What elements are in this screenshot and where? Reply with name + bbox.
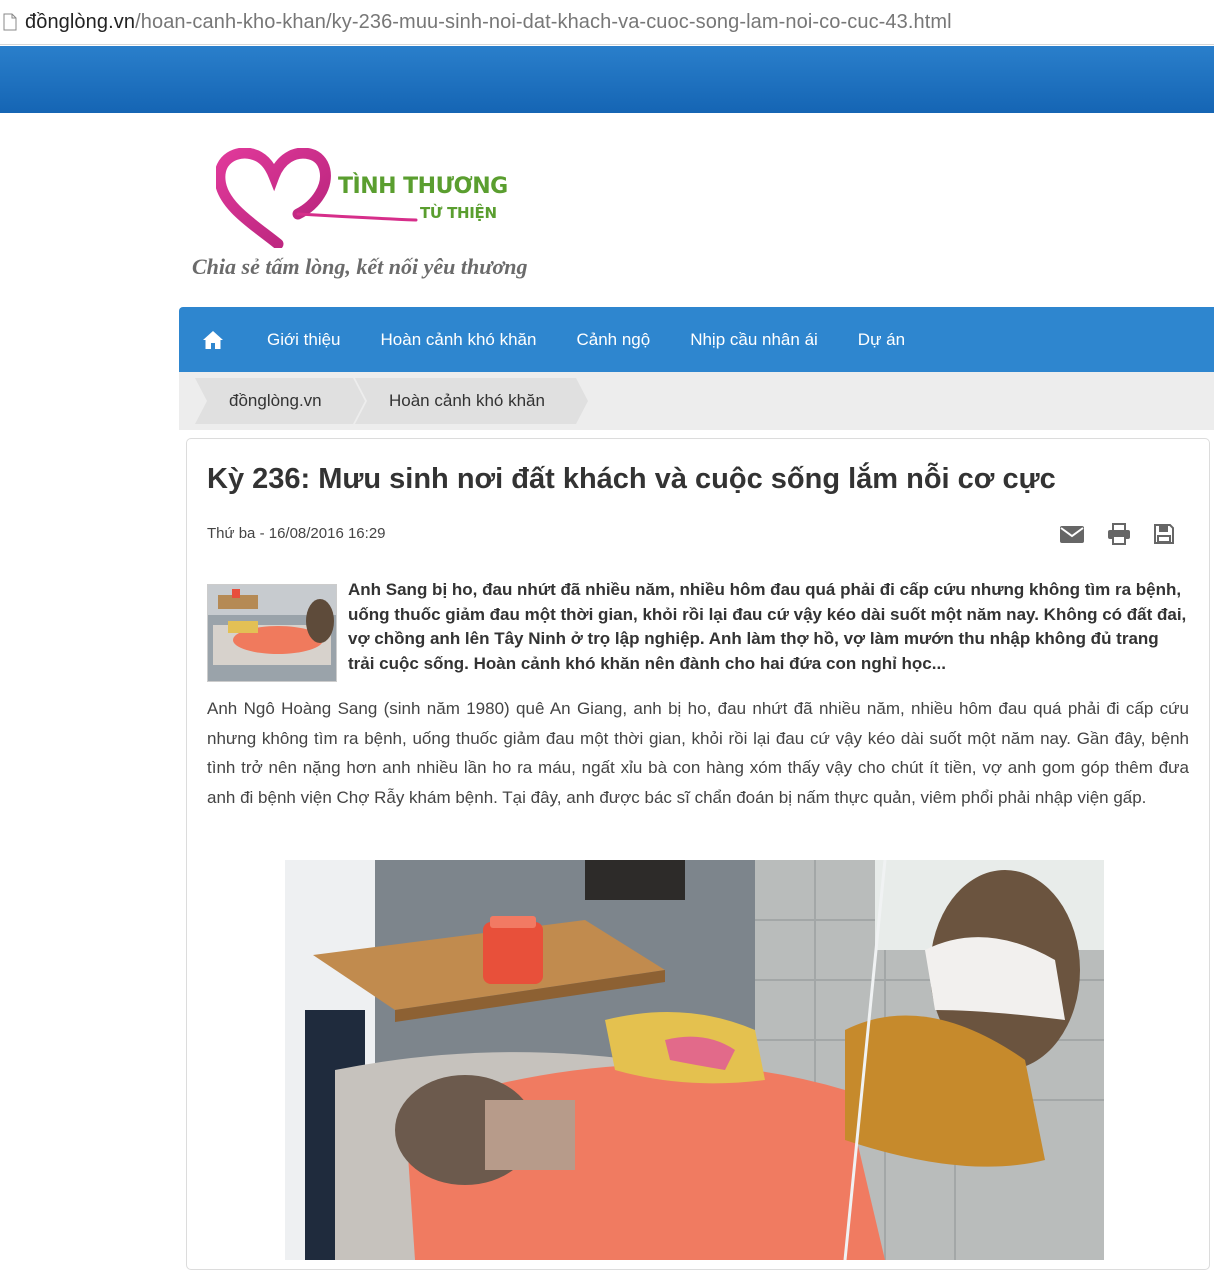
- main-nav: Giới thiệu Hoàn cảnh khó khăn Cảnh ngộ N…: [179, 307, 1214, 372]
- site-tagline: Chia sẻ tấm lòng, kết nối yêu thương: [192, 254, 528, 279]
- article-summary: Anh Sang bị ho, đau nhứt đã nhiều năm, n…: [348, 580, 1187, 673]
- article-tools: [1059, 523, 1175, 545]
- nav-item-nhip-cau-nhan-ai[interactable]: Nhịp cầu nhân ái: [670, 307, 838, 372]
- top-banner-band: [0, 46, 1214, 113]
- article-title: Kỳ 236: Mưu sinh nơi đất khách và cuộc s…: [207, 463, 1056, 495]
- breadcrumb-category[interactable]: Hoàn cảnh khó khăn: [355, 378, 588, 424]
- nav-item-gioi-thieu[interactable]: Giới thiệu: [247, 307, 361, 372]
- url-text[interactable]: đồnglòng.vn/hoan-canh-kho-khan/ky-236-mu…: [25, 11, 952, 34]
- site-logo[interactable]: TÌNH THƯƠNG TỪ THIỆN Chia sẻ tấm lòng, k…: [190, 140, 560, 290]
- print-icon[interactable]: [1107, 523, 1131, 545]
- address-bar[interactable]: đồnglòng.vn/hoan-canh-kho-khan/ky-236-mu…: [0, 0, 1214, 45]
- page-icon: [3, 13, 17, 31]
- logo-subtitle: TỪ THIỆN: [420, 204, 497, 222]
- hospital-thumbnail-image: [208, 585, 336, 681]
- nav-home[interactable]: [179, 307, 247, 372]
- article-body: Anh Ngô Hoàng Sang (sinh năm 1980) quê A…: [207, 699, 1189, 807]
- logo-title: TÌNH THƯƠNG: [338, 174, 508, 199]
- nav-item-du-an[interactable]: Dự án: [838, 307, 925, 372]
- save-icon[interactable]: [1153, 523, 1175, 545]
- url-path: /hoan-canh-kho-khan/ky-236-muu-sinh-noi-…: [135, 10, 952, 33]
- nav-item-hoan-canh-kho-khan[interactable]: Hoàn cảnh khó khăn: [361, 307, 557, 372]
- breadcrumb-home[interactable]: đồnglòng.vn: [195, 378, 365, 424]
- home-icon: [203, 330, 223, 349]
- breadcrumb: đồnglòng.vn Hoàn cảnh khó khăn: [179, 372, 1214, 430]
- article-photo[interactable]: [285, 860, 1104, 1260]
- nav-item-canh-ngo[interactable]: Cảnh ngộ: [556, 307, 670, 372]
- article-thumbnail[interactable]: [207, 584, 337, 682]
- url-domain: đồnglòng.vn: [25, 10, 136, 33]
- hospital-patient-photo: [285, 860, 1104, 1260]
- email-icon[interactable]: [1059, 524, 1085, 544]
- article-panel: Kỳ 236: Mưu sinh nơi đất khách và cuộc s…: [186, 438, 1210, 1270]
- article-date: Thứ ba - 16/08/2016 16:29: [207, 525, 386, 542]
